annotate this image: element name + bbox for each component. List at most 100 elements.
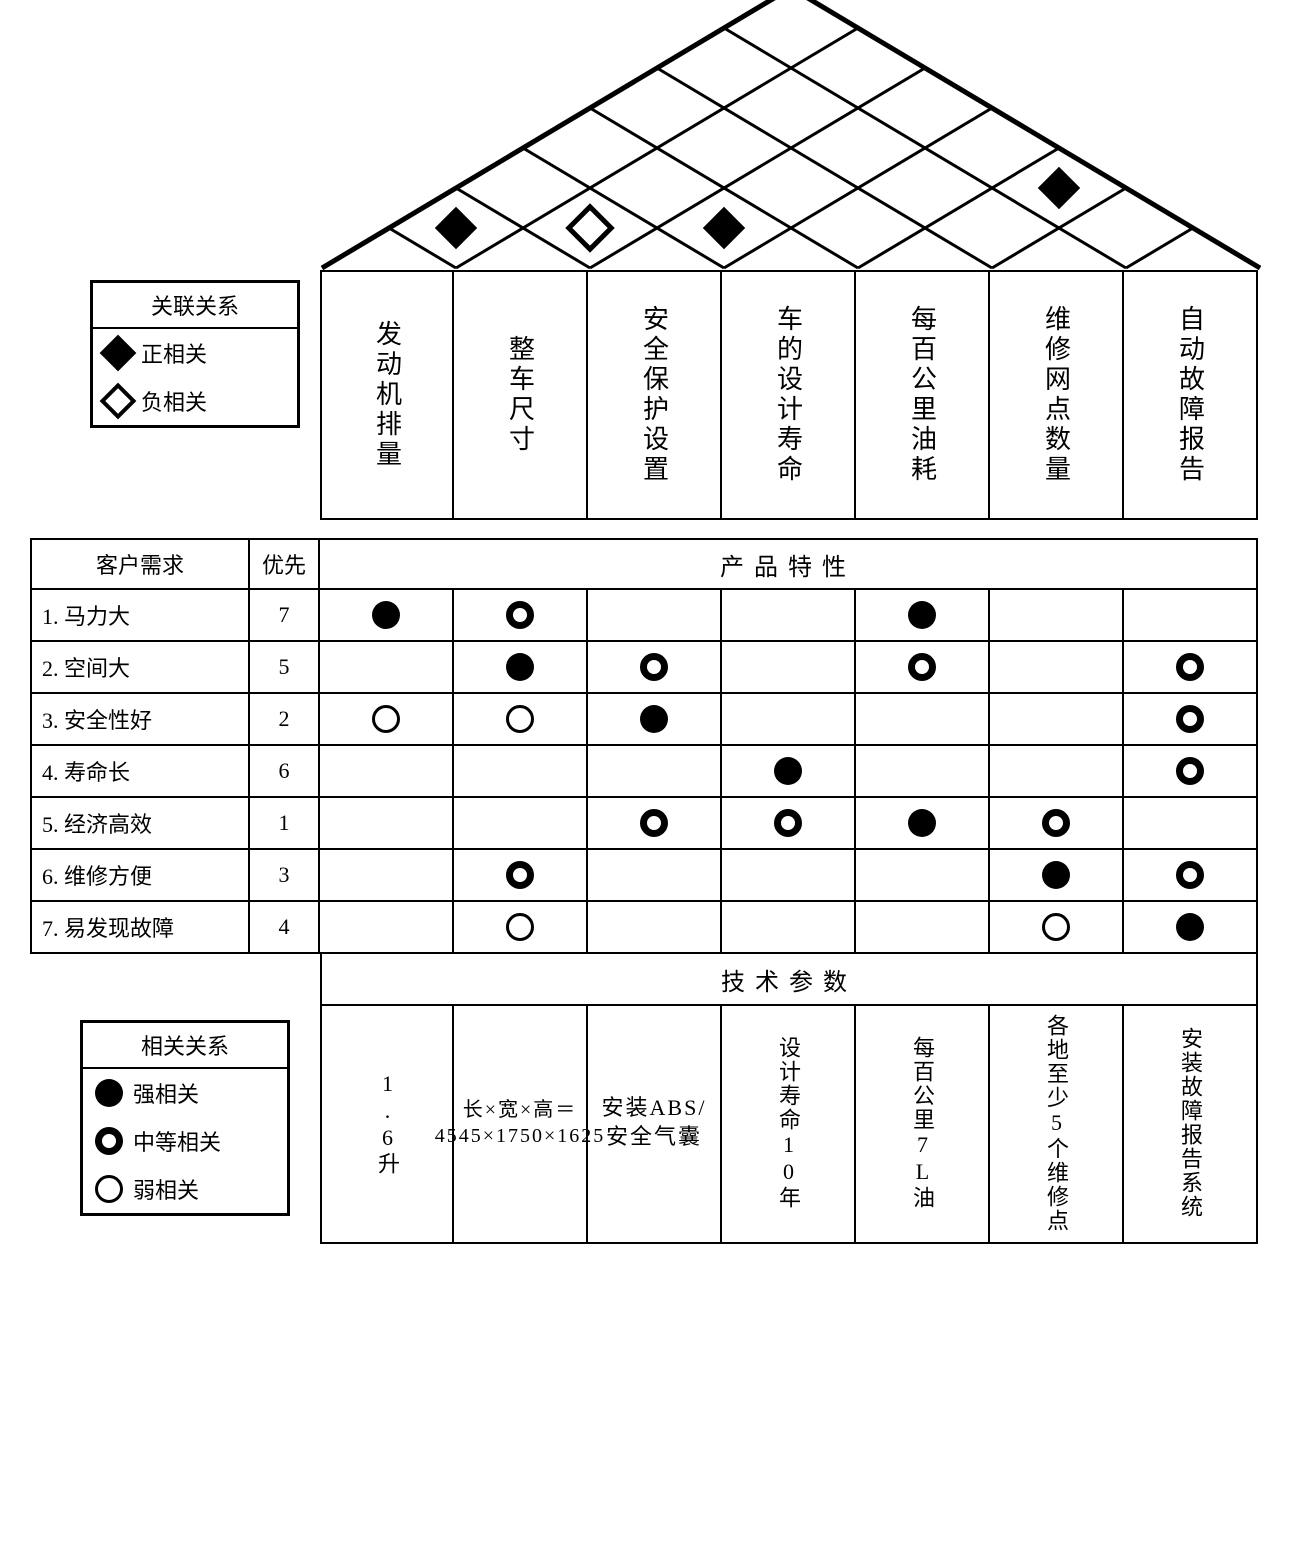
matrix-cell [588, 798, 722, 850]
matrix-cell [722, 590, 856, 642]
circle-medium-icon [908, 653, 936, 681]
circle-weak-icon [95, 1175, 123, 1203]
circle-strong-icon [640, 705, 668, 733]
matrix-cell [990, 694, 1124, 746]
matrix-cell [454, 642, 588, 694]
need-priority: 3 [250, 850, 320, 902]
circle-weak-icon [372, 705, 400, 733]
matrix-cell [454, 590, 588, 642]
matrix-cell [1124, 746, 1258, 798]
legend-medium-label: 中等相关 [133, 1125, 221, 1157]
legend-positive: 正相关 [93, 329, 297, 377]
need-row: 1. 马力大7 [30, 590, 320, 642]
need-label: 3. 安全性好 [30, 694, 250, 746]
matrix-cell [1124, 902, 1258, 954]
tech-params-row: 1.6升 长×宽×高＝4545×1750×1625 安装ABS/安全气囊 设计寿… [320, 1004, 1258, 1244]
legend-weak: 弱相关 [83, 1165, 287, 1213]
product-characteristic-headers: 发动机排量 整车尺寸 安全保护设置 车的设计寿命 每百公里油耗 维修网点数量 自… [320, 270, 1258, 520]
circle-weak-icon [506, 705, 534, 733]
tech-section-title: 技术参数 [320, 954, 1258, 1006]
needs-panel: 客户需求 优先 1. 马力大72. 空间大53. 安全性好24. 寿命长65. … [30, 538, 320, 954]
roof-matrix [320, 0, 1262, 270]
priority-header: 优先 [250, 538, 320, 590]
need-priority: 4 [250, 902, 320, 954]
circle-strong-icon [908, 601, 936, 629]
matrix-cell [722, 850, 856, 902]
circle-weak-icon [1042, 913, 1070, 941]
matrix-cell [1124, 642, 1258, 694]
legend-strong: 强相关 [83, 1069, 287, 1117]
need-row: 6. 维修方便3 [30, 850, 320, 902]
relationship-matrix: 客户需求 优先 1. 马力大72. 空间大53. 安全性好24. 寿命长65. … [30, 538, 1258, 954]
tech-3: 设计寿命10年 [722, 1004, 856, 1244]
circle-medium-icon [1176, 861, 1204, 889]
circle-medium-icon [506, 601, 534, 629]
circle-strong-icon [908, 809, 936, 837]
matrix-cell [856, 798, 990, 850]
matrix-cell [1124, 590, 1258, 642]
matrix-cell [722, 746, 856, 798]
need-row: 4. 寿命长6 [30, 746, 320, 798]
legend-negative-label: 负相关 [141, 385, 207, 417]
matrix-cell [1124, 694, 1258, 746]
product-section-title: 产品特性 [320, 538, 1258, 590]
matrix-cell [856, 642, 990, 694]
matrix-cell [454, 746, 588, 798]
col-4: 每百公里油耗 [856, 270, 990, 520]
circle-medium-icon [506, 861, 534, 889]
matrix-cell [856, 746, 990, 798]
matrix-cell [454, 694, 588, 746]
matrix-cell [856, 694, 990, 746]
legend-correlation: 相关关系 强相关 中等相关 弱相关 [80, 1020, 290, 1216]
circle-medium-icon [640, 809, 668, 837]
matrix-cell [588, 590, 722, 642]
circle-medium-icon [774, 809, 802, 837]
matrix-cell [320, 642, 454, 694]
matrix-cell [856, 902, 990, 954]
need-priority: 7 [250, 590, 320, 642]
matrix-cell [722, 798, 856, 850]
matrix-cell [856, 590, 990, 642]
matrix-cell [990, 798, 1124, 850]
col-5: 维修网点数量 [990, 270, 1124, 520]
matrix-cell [588, 902, 722, 954]
tech-1: 长×宽×高＝4545×1750×1625 [454, 1004, 588, 1244]
circle-medium-icon [1176, 705, 1204, 733]
need-row: 7. 易发现故障4 [30, 902, 320, 954]
matrix-row [320, 902, 1258, 954]
matrix-row [320, 590, 1258, 642]
matrix-cell [320, 746, 454, 798]
circle-medium-icon [1176, 653, 1204, 681]
legend-association: 关联关系 正相关 负相关 [90, 280, 300, 428]
circle-medium-icon [1176, 757, 1204, 785]
col-6: 自动故障报告 [1124, 270, 1258, 520]
circle-strong-icon [1176, 913, 1204, 941]
need-priority: 5 [250, 642, 320, 694]
matrix-cell [454, 850, 588, 902]
circle-strong-icon [506, 653, 534, 681]
matrix-cell [990, 746, 1124, 798]
matrix-cell [454, 798, 588, 850]
tech-4: 每百公里7L油 [856, 1004, 990, 1244]
need-row: 3. 安全性好2 [30, 694, 320, 746]
matrix-cell [320, 694, 454, 746]
need-label: 4. 寿命长 [30, 746, 250, 798]
matrix-cell [856, 850, 990, 902]
legend-negative: 负相关 [93, 377, 297, 425]
need-priority: 2 [250, 694, 320, 746]
matrix-cell [990, 642, 1124, 694]
matrix-cell [722, 694, 856, 746]
matrix-row [320, 642, 1258, 694]
matrix-cell [320, 902, 454, 954]
matrix-cell [588, 850, 722, 902]
col-3: 车的设计寿命 [722, 270, 856, 520]
circle-strong-icon [372, 601, 400, 629]
hoq-diagram: 关联关系 正相关 负相关 发动机排量 整车尺寸 安全保护设置 车的设计寿命 每百… [30, 30, 1259, 1538]
need-label: 2. 空间大 [30, 642, 250, 694]
matrix-row [320, 850, 1258, 902]
circle-weak-icon [506, 913, 534, 941]
matrix-cell [722, 902, 856, 954]
matrix-cell [588, 746, 722, 798]
circle-strong-icon [774, 757, 802, 785]
need-row: 2. 空间大5 [30, 642, 320, 694]
